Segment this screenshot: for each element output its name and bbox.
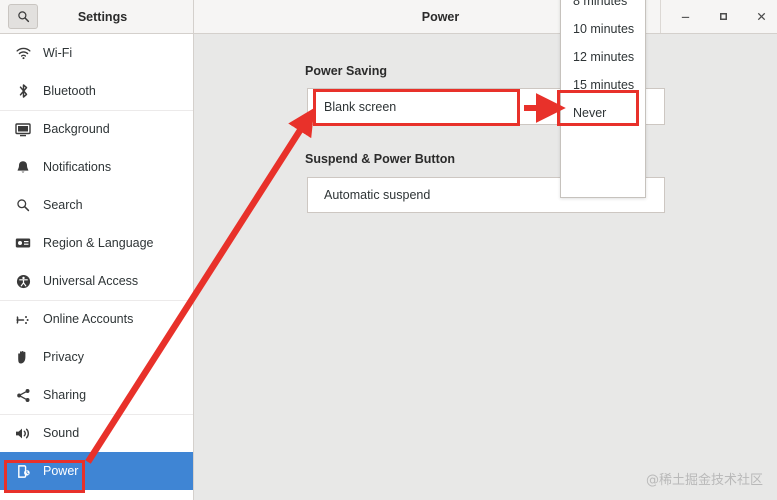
suspend-power-button-heading: Suspend & Power Button: [305, 152, 455, 166]
blank-screen-dropdown[interactable]: 8 minutes 10 minutes 12 minutes 15 minut…: [560, 0, 646, 198]
sidebar-item-background[interactable]: Background: [0, 110, 193, 148]
automatic-suspend-label: Automatic suspend: [324, 188, 431, 202]
sidebar-item-power[interactable]: Power: [0, 452, 193, 490]
sound-icon: [12, 425, 34, 443]
title-bar: Settings Power: [0, 0, 777, 34]
sidebar-item-region-language[interactable]: Region & Language: [0, 224, 193, 262]
power-plug-icon: [12, 462, 34, 480]
sidebar-item-label: Background: [43, 122, 110, 137]
power-saving-heading: Power Saving: [305, 64, 387, 78]
bluetooth-icon: [12, 82, 34, 100]
sidebar-item-label: Notifications: [43, 159, 112, 174]
minimize-button[interactable]: [675, 7, 695, 27]
sidebar-item-bluetooth[interactable]: Bluetooth: [0, 72, 193, 110]
sidebar-item-universal-access[interactable]: Universal Access: [0, 262, 193, 300]
sidebar-item-label: Universal Access: [43, 273, 139, 288]
sidebar-item-label: Sharing: [43, 387, 87, 402]
sidebar-item-sound[interactable]: Sound: [0, 414, 193, 452]
sidebar-item-search[interactable]: Search: [0, 186, 193, 224]
maximize-icon: [719, 13, 727, 20]
search-icon: [12, 196, 34, 214]
dropdown-option-15-minutes[interactable]: 15 minutes: [561, 71, 645, 99]
background-icon: [12, 121, 34, 139]
sidebar-item-label: Online Accounts: [43, 312, 134, 327]
window-controls: [660, 0, 771, 33]
close-icon: [757, 12, 765, 21]
sidebar-item-label: Region & Language: [43, 235, 154, 250]
sidebar-item-online-accounts[interactable]: Online Accounts: [0, 300, 193, 338]
accessibility-icon: [12, 272, 34, 290]
sidebar-item-sharing[interactable]: Sharing: [0, 376, 193, 414]
search-button[interactable]: [8, 4, 38, 29]
region-language-icon: [12, 234, 34, 252]
dropdown-option-10-minutes[interactable]: 10 minutes: [561, 15, 645, 43]
sidebar[interactable]: Wi-Fi Bluetooth Background Notifications…: [0, 34, 194, 500]
sidebar-item-label: Bluetooth: [43, 83, 96, 98]
bell-icon: [12, 158, 34, 176]
sidebar-item-label: Wi-Fi: [43, 45, 73, 60]
sidebar-item-label: Privacy: [43, 349, 84, 364]
titlebar-content-section: Power: [194, 0, 777, 33]
blank-screen-label: Blank screen: [324, 99, 397, 114]
maximize-button[interactable]: [713, 7, 733, 27]
sharing-icon: [12, 386, 34, 404]
sidebar-item-label: Sound: [43, 426, 80, 441]
online-accounts-icon: [12, 311, 34, 329]
dropdown-option-12-minutes[interactable]: 12 minutes: [561, 43, 645, 71]
close-button[interactable]: [751, 7, 771, 27]
search-icon: [17, 11, 29, 23]
sidebar-item-label: Power: [43, 463, 79, 478]
sidebar-item-notifications[interactable]: Notifications: [0, 148, 193, 186]
main-content: Power Saving Blank screen Suspend & Powe…: [195, 34, 777, 500]
settings-window: Settings Power Wi-Fi Bluetooth Backgroun…: [0, 0, 777, 500]
sidebar-item-label: Search: [43, 197, 83, 212]
watermark: @稀土掘金技术社区: [645, 473, 763, 488]
wifi-icon: [12, 44, 34, 62]
privacy-hand-icon: [12, 348, 34, 366]
sidebar-item-wifi[interactable]: Wi-Fi: [0, 34, 193, 72]
sidebar-item-privacy[interactable]: Privacy: [0, 338, 193, 376]
minimize-icon: [681, 16, 689, 19]
dropdown-option-8-minutes[interactable]: 8 minutes: [561, 0, 645, 15]
dropdown-option-never[interactable]: Never: [561, 99, 645, 127]
